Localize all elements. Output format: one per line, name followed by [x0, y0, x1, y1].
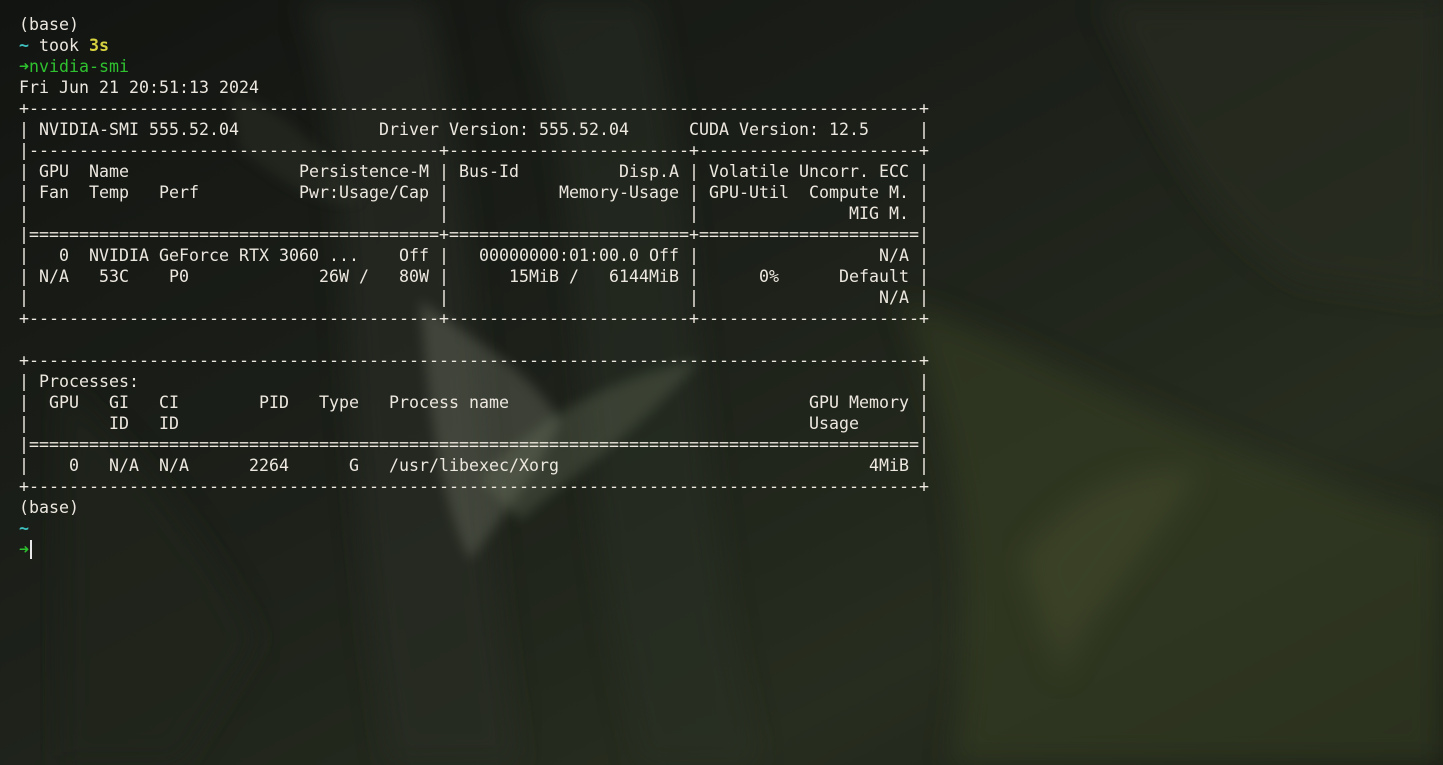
output-line: | N/A 53C P0 26W / 80W | 15MiB / 6144MiB… — [19, 267, 929, 286]
cwd-tilde: ~ — [19, 36, 29, 55]
took-label: took — [29, 36, 89, 55]
command-line: ➜nvidia-smi — [19, 56, 929, 77]
output-line: | 0 N/A N/A 2264 G /usr/libexec/Xorg 4Mi… — [19, 456, 929, 475]
input-line: ➜ — [19, 539, 929, 560]
output-line: | | | MIG M. | — [19, 204, 929, 223]
prompt-path-line: ~ took 3s — [19, 35, 929, 56]
output-line: | Fan Temp Perf Pwr:Usage/Cap | Memory-U… — [19, 183, 929, 202]
output-line: |=======================================… — [19, 225, 929, 244]
next-arrow-right-icon: ➜ — [19, 540, 29, 559]
output-line: +---------------------------------------… — [19, 477, 929, 496]
output-line: | Processes: | — [19, 372, 929, 391]
next-conda-env-label: (base) — [19, 498, 79, 517]
next-prompt-path-line: ~ — [19, 518, 929, 539]
nvidia-smi-output: Fri Jun 21 20:51:13 2024 +---------------… — [19, 77, 929, 497]
conda-env-label: (base) — [19, 15, 79, 34]
output-line: | ID ID Usage | — [19, 414, 929, 433]
output-line: | GPU GI CI PID Type Process name GPU Me… — [19, 393, 929, 412]
output-line: | 0 NVIDIA GeForce RTX 3060 ... Off | 00… — [19, 246, 929, 265]
next-cwd-tilde: ~ — [19, 519, 29, 538]
output-line: Fri Jun 21 20:51:13 2024 — [19, 78, 259, 97]
prompt-env-line: (base) — [19, 14, 929, 35]
output-line: +---------------------------------------… — [19, 351, 929, 370]
output-line: | GPU Name Persistence-M | Bus-Id Disp.A… — [19, 162, 929, 181]
text-cursor[interactable] — [30, 540, 32, 559]
took-duration: 3s — [89, 36, 109, 55]
next-prompt-env-line: (base) — [19, 497, 929, 518]
output-line: |=======================================… — [19, 435, 929, 454]
output-line: | NVIDIA-SMI 555.52.04 Driver Version: 5… — [19, 120, 929, 139]
output-line: | | | N/A | — [19, 288, 929, 307]
output-line: |---------------------------------------… — [19, 141, 929, 160]
terminal-output[interactable]: (base) ~ took 3s ➜nvidia-smi Fri Jun 21 20:… — [19, 14, 929, 560]
output-line: +---------------------------------------… — [19, 309, 929, 328]
output-line: +---------------------------------------… — [19, 99, 929, 118]
command-text: nvidia-smi — [29, 57, 129, 76]
arrow-right-icon: ➜ — [19, 57, 29, 76]
